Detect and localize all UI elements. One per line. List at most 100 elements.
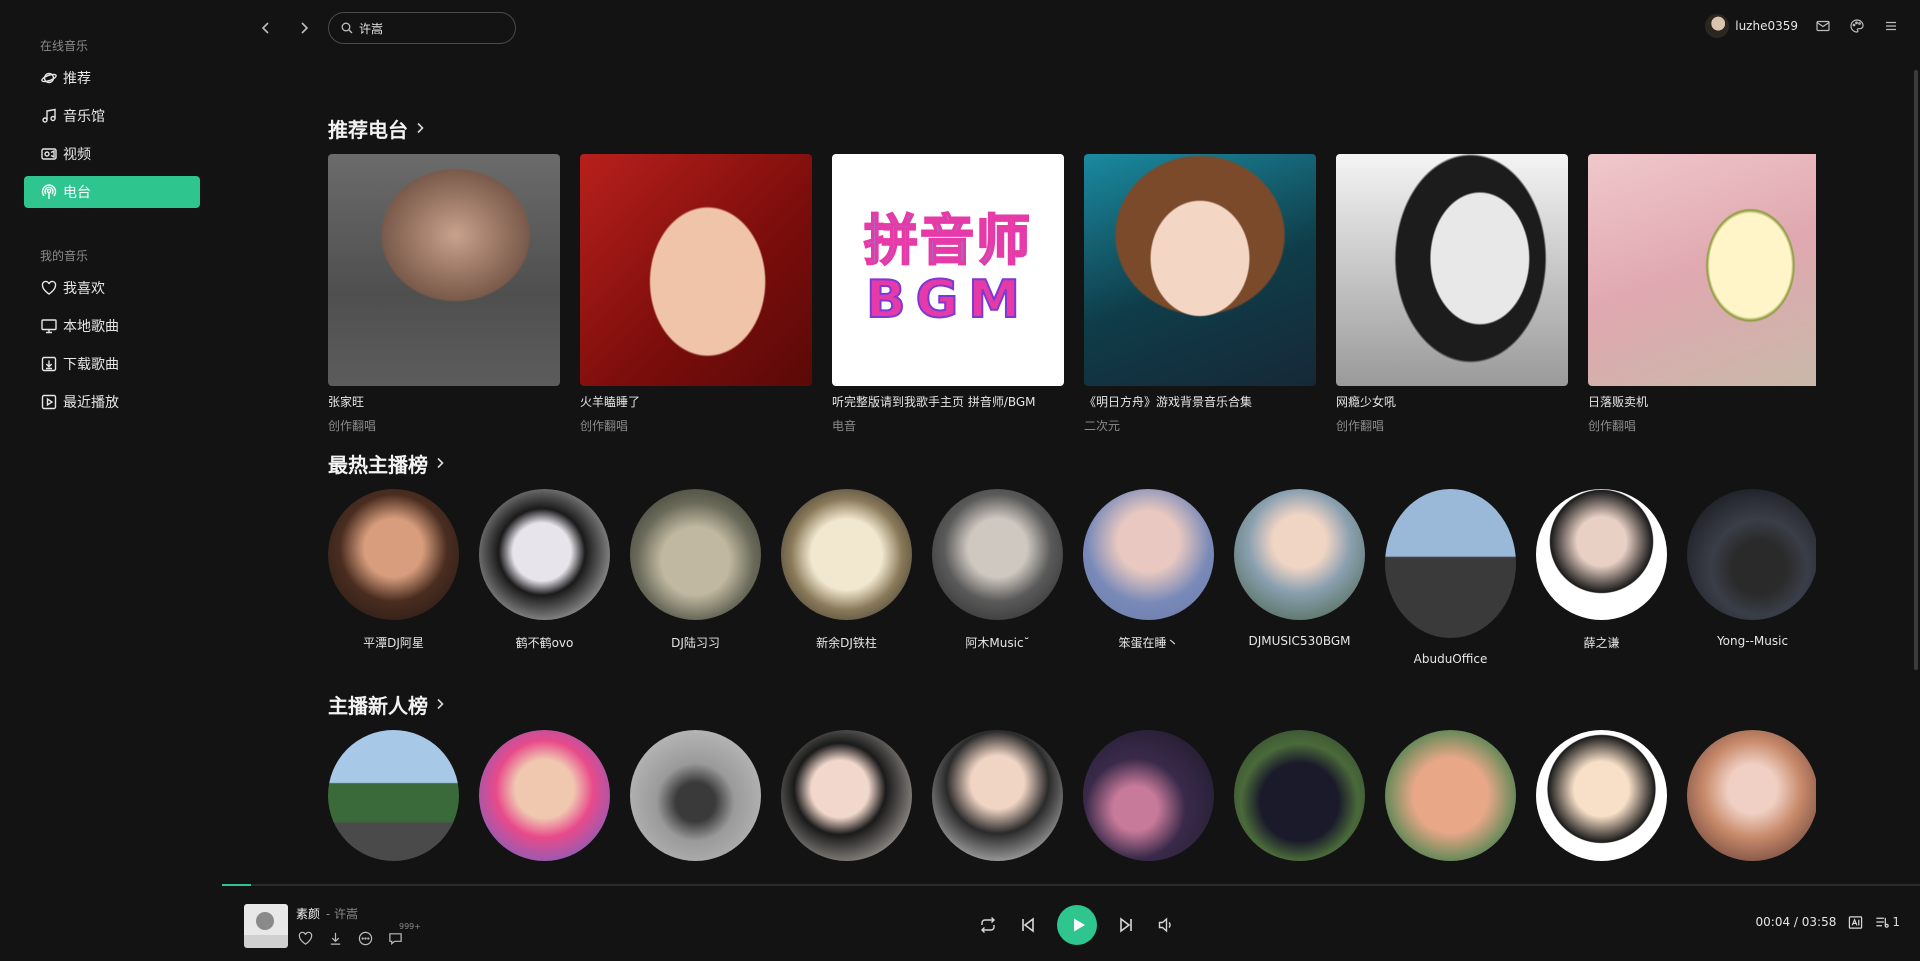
- anchor-avatar[interactable]: [630, 489, 761, 620]
- play-button[interactable]: [1057, 905, 1097, 945]
- sidebar-item-radio[interactable]: 电台: [24, 176, 200, 208]
- anchor-avatar[interactable]: [328, 489, 459, 620]
- anchor-avatar[interactable]: [630, 730, 761, 861]
- radio-cover[interactable]: [1084, 154, 1316, 386]
- radio-card[interactable]: 《明日方舟》游戏背景音乐合集 二次元: [1084, 154, 1316, 433]
- forward-button[interactable]: [292, 16, 316, 40]
- mail-icon[interactable]: [1814, 17, 1832, 35]
- song-artist[interactable]: - 许嵩: [326, 907, 358, 921]
- anchor-avatar[interactable]: [479, 489, 610, 620]
- radio-name[interactable]: 《明日方舟》游戏背景音乐合集: [1084, 393, 1316, 409]
- anchor-item[interactable]: [932, 730, 1063, 861]
- sidebar-item-recommend[interactable]: 推荐: [24, 62, 200, 94]
- anchor-item[interactable]: AbuduOffice: [1385, 489, 1516, 668]
- radio-name[interactable]: 听完整版请到我歌手主页 拼音师/BGM: [832, 393, 1064, 409]
- scrollbar[interactable]: [1912, 0, 1920, 884]
- anchor-item[interactable]: [1385, 730, 1516, 861]
- radio-name[interactable]: 日落贩卖机: [1588, 393, 1816, 409]
- anchor-item[interactable]: 笨蛋在睡丶: [1083, 489, 1214, 668]
- radio-card[interactable]: 火羊瞌睡了 创作翻唱: [580, 154, 812, 433]
- anchor-avatar[interactable]: [1687, 730, 1816, 861]
- anchor-avatar[interactable]: [781, 489, 912, 620]
- comment-button[interactable]: 999+: [386, 922, 421, 947]
- anchor-item[interactable]: Yong--Music: [1687, 489, 1816, 668]
- anchor-avatar[interactable]: [932, 489, 1063, 620]
- sidebar-item-favorites[interactable]: 我喜欢: [24, 272, 200, 304]
- sidebar-item-video[interactable]: 视频: [24, 138, 200, 170]
- radio-name[interactable]: 火羊瞌睡了: [580, 393, 812, 409]
- search-box[interactable]: [328, 12, 516, 44]
- anchor-item[interactable]: [1687, 730, 1816, 861]
- anchor-avatar[interactable]: [1385, 730, 1516, 861]
- anchor-avatar[interactable]: [1687, 489, 1816, 620]
- radio-card[interactable]: 拼音师 BGM 听完整版请到我歌手主页 拼音师/BGM 电音: [832, 154, 1064, 433]
- anchor-name[interactable]: AbuduOffice: [1414, 652, 1488, 668]
- next-button[interactable]: [1115, 914, 1137, 936]
- radio-cover[interactable]: [1588, 154, 1816, 386]
- anchor-avatar[interactable]: [1083, 730, 1214, 861]
- anchor-item[interactable]: [1234, 730, 1365, 861]
- anchor-avatar[interactable]: [1083, 489, 1214, 620]
- radio-card[interactable]: 网瘾少女吼 创作翻唱: [1336, 154, 1568, 433]
- sidebar-item-local-songs[interactable]: 本地歌曲: [24, 310, 200, 342]
- back-button[interactable]: [254, 16, 278, 40]
- anchor-item[interactable]: 平潭DJ阿星: [328, 489, 459, 668]
- lyrics-button[interactable]: [1848, 913, 1863, 931]
- anchor-item[interactable]: 薛之谦: [1536, 489, 1667, 668]
- hot-anchors-header[interactable]: 最热主播榜: [328, 449, 1816, 477]
- anchor-item[interactable]: [1083, 730, 1214, 861]
- sidebar-item-downloads[interactable]: 下载歌曲: [24, 348, 200, 380]
- now-playing-cover[interactable]: [244, 904, 288, 948]
- sidebar-item-music-hall[interactable]: 音乐馆: [24, 100, 200, 132]
- anchor-item[interactable]: 阿木Music˘: [932, 489, 1063, 668]
- like-button[interactable]: [296, 929, 314, 947]
- anchor-item[interactable]: DJ陆习习: [630, 489, 761, 668]
- radio-name[interactable]: 网瘾少女吼: [1336, 393, 1568, 409]
- volume-button[interactable]: [1155, 914, 1177, 936]
- previous-button[interactable]: [1017, 914, 1039, 936]
- radio-card[interactable]: 日落贩卖机 创作翻唱: [1588, 154, 1816, 433]
- anchor-name[interactable]: 薛之谦: [1583, 634, 1619, 650]
- anchor-name[interactable]: 鹤不鹤ovo: [516, 634, 574, 650]
- anchor-avatar[interactable]: [1234, 730, 1365, 861]
- anchor-name[interactable]: DJ陆习习: [671, 634, 720, 650]
- song-title[interactable]: 素颜: [296, 907, 320, 921]
- anchor-name[interactable]: 笨蛋在睡丶: [1118, 634, 1178, 650]
- playlist-button[interactable]: 1: [1875, 913, 1900, 931]
- anchor-item[interactable]: [630, 730, 761, 861]
- menu-icon[interactable]: [1882, 17, 1900, 35]
- anchor-name[interactable]: 平潭DJ阿星: [363, 634, 424, 650]
- download-button[interactable]: [326, 929, 344, 947]
- anchor-avatar[interactable]: [1536, 489, 1667, 620]
- radio-card[interactable]: 张家旺 创作翻唱: [328, 154, 560, 433]
- anchor-name[interactable]: Yong--Music: [1717, 634, 1788, 650]
- more-button[interactable]: [356, 929, 374, 947]
- anchor-avatar[interactable]: [1385, 489, 1516, 638]
- anchor-avatar[interactable]: [932, 730, 1063, 861]
- recommended-radio-header[interactable]: 推荐电台: [328, 114, 1816, 142]
- anchor-item[interactable]: DJMUSIC530BGM: [1234, 489, 1365, 668]
- radio-cover[interactable]: [580, 154, 812, 386]
- radio-cover[interactable]: [328, 154, 560, 386]
- palette-icon[interactable]: [1848, 17, 1866, 35]
- avatar[interactable]: [1705, 14, 1730, 38]
- anchor-avatar[interactable]: [328, 730, 459, 861]
- search-input[interactable]: [359, 21, 499, 35]
- anchor-avatar[interactable]: [781, 730, 912, 861]
- scrollbar-thumb[interactable]: [1914, 70, 1918, 670]
- progress-bar[interactable]: [222, 884, 1920, 886]
- anchor-avatar[interactable]: [1536, 730, 1667, 861]
- anchor-name[interactable]: 新余DJ铁柱: [816, 634, 877, 650]
- radio-cover[interactable]: 拼音师 BGM: [832, 154, 1064, 386]
- anchor-name[interactable]: 阿木Music˘: [965, 634, 1029, 650]
- anchor-avatar[interactable]: [1234, 489, 1365, 620]
- username[interactable]: luzhe0359: [1735, 19, 1798, 33]
- anchor-item[interactable]: [1536, 730, 1667, 861]
- anchor-item[interactable]: 鹤不鹤ovo: [479, 489, 610, 668]
- new-anchors-header[interactable]: 主播新人榜: [328, 690, 1816, 718]
- anchor-item[interactable]: [479, 730, 610, 861]
- anchor-item[interactable]: 新余DJ铁柱: [781, 489, 912, 668]
- radio-cover[interactable]: [1336, 154, 1568, 386]
- anchor-avatar[interactable]: [479, 730, 610, 861]
- anchor-item[interactable]: [328, 730, 459, 861]
